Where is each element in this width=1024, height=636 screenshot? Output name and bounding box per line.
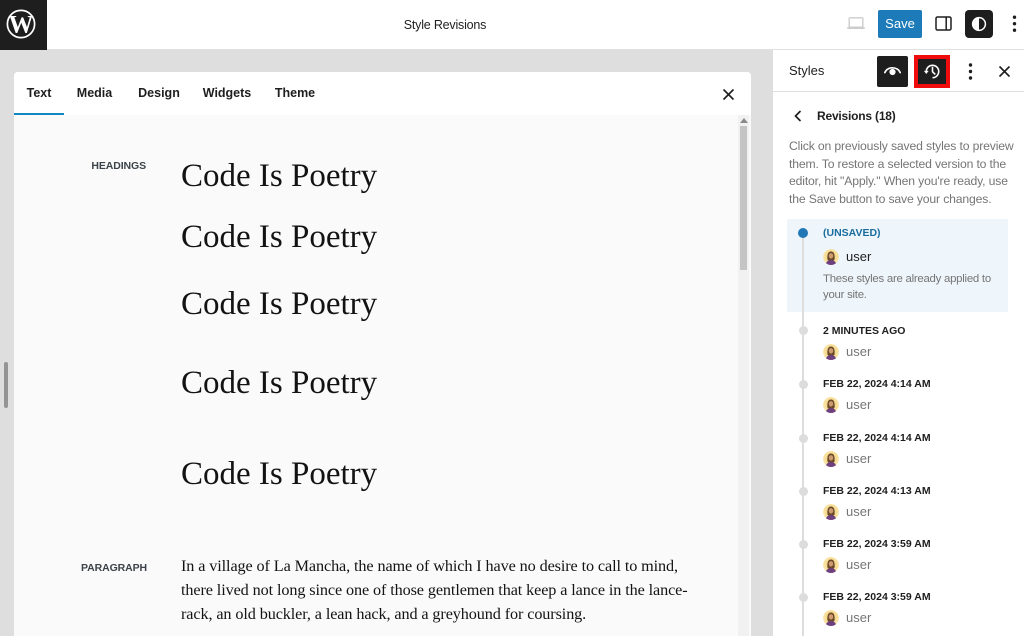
svg-text:W: W	[9, 12, 34, 39]
